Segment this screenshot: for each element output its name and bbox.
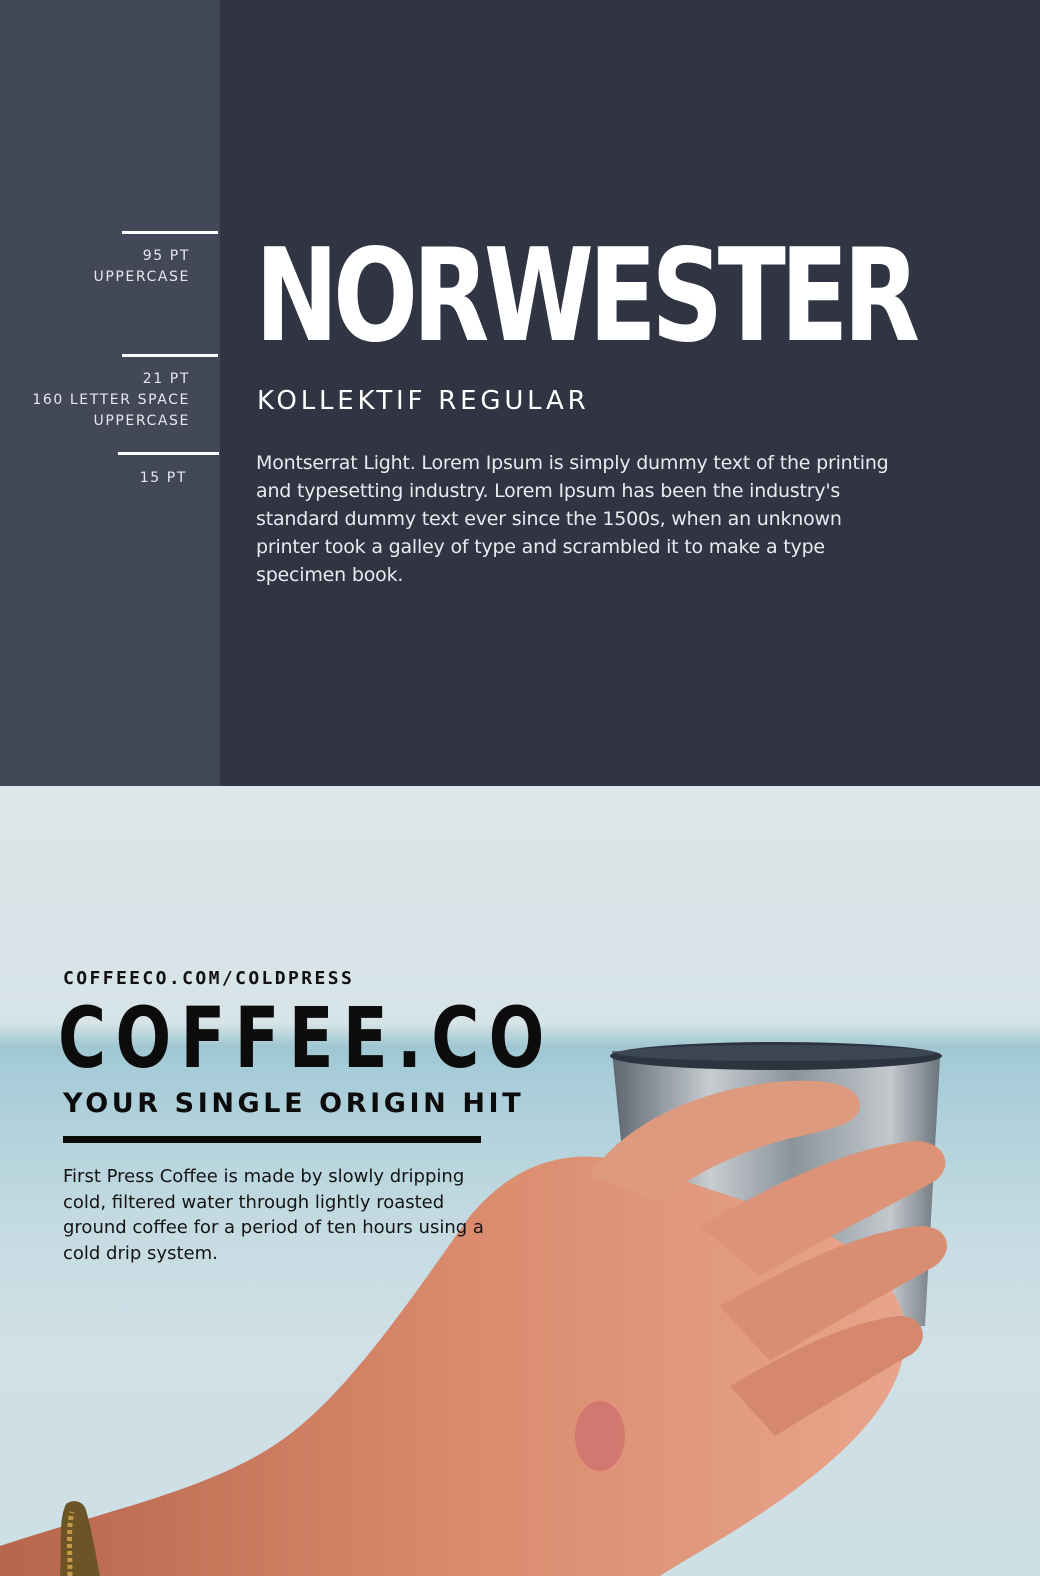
- tagline: YOUR SINGLE ORIGIN HIT: [63, 1088, 525, 1119]
- spec-divider: [122, 231, 218, 234]
- brand-name: COFFEE.CO: [58, 989, 554, 1087]
- spec-line: 95 PT: [142, 248, 190, 264]
- spec-divider: [118, 452, 219, 455]
- spec-divider: [122, 354, 218, 357]
- spec-line: UPPERCASE: [93, 413, 190, 429]
- product-description: First Press Coffee is made by slowly dri…: [63, 1166, 484, 1264]
- website-url: COFFEECO.COM/COLDPRESS: [63, 968, 355, 989]
- body-text: Montserrat Light. Lorem Ipsum is simply …: [256, 452, 889, 586]
- spec-line: 15 PT: [139, 470, 187, 486]
- spec-body-size: 15 PT: [140, 468, 187, 489]
- subheading: KOLLEKTIF REGULAR: [257, 386, 590, 416]
- display-title: NORWESTER: [255, 222, 920, 371]
- spec-display-size: 95 PT UPPERCASE: [94, 246, 191, 288]
- spec-line: UPPERCASE: [93, 269, 190, 285]
- tagline-underline: [63, 1136, 481, 1143]
- spec-line: 21 PT: [142, 371, 190, 387]
- type-specimen-panel: 95 PT UPPERCASE 21 PT 160 LETTER SPACE U…: [0, 0, 1040, 786]
- spec-line: 160 LETTER SPACE: [32, 392, 190, 408]
- spec-subheading-size: 21 PT 160 LETTER SPACE UPPERCASE: [32, 369, 190, 432]
